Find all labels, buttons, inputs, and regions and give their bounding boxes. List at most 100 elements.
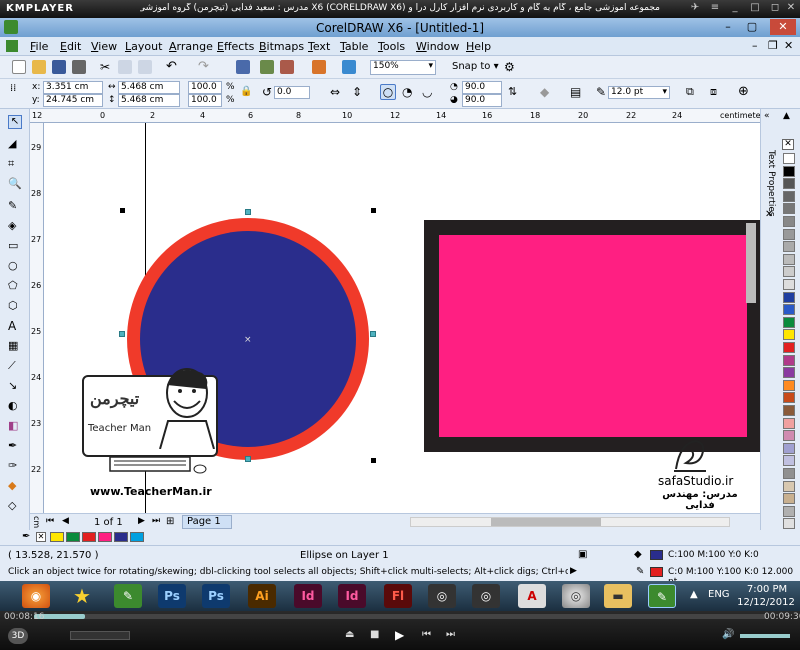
freehand-tool-icon[interactable]: ✎ (8, 199, 22, 213)
dimension-tool-icon[interactable]: ⟋ (8, 359, 22, 373)
palette-swatch[interactable] (783, 367, 795, 379)
palette-swatch[interactable] (783, 430, 795, 442)
no-color-swatch[interactable]: ✕ (782, 139, 794, 150)
minimize-button[interactable]: – (718, 19, 738, 35)
to-front-icon[interactable]: ⧉ (686, 85, 694, 99)
3d-button[interactable]: 3D (8, 628, 28, 644)
taskbar-favorites-icon[interactable]: ★ (68, 584, 96, 608)
ellipse-tool-icon[interactable]: ○ (8, 259, 22, 273)
taskbar-photoshop-icon[interactable]: Ps (202, 584, 230, 608)
text-tool-icon[interactable]: A (8, 319, 22, 333)
direction-icon[interactable]: ⇅ (508, 85, 517, 98)
prev-page-icon[interactable]: ◀ (62, 516, 69, 526)
redo-icon[interactable]: ↷ (198, 59, 209, 74)
taskbar-app-icon[interactable]: ◎ (472, 584, 500, 608)
import-icon[interactable] (260, 60, 274, 74)
palette-swatch[interactable] (783, 228, 795, 240)
rectangle-fill[interactable] (439, 235, 747, 437)
menu-table[interactable]: Table (340, 40, 368, 53)
doc-minimize-icon[interactable]: – (752, 39, 758, 52)
wrap-text-icon[interactable]: ▤ (570, 85, 581, 99)
palette-swatch[interactable] (783, 405, 795, 416)
palette-swatch[interactable] (783, 354, 795, 366)
fill-tool-icon[interactable]: ◆ (8, 479, 22, 493)
taskbar-indesign-icon[interactable]: Id (338, 584, 366, 608)
palette-swatch[interactable] (783, 493, 795, 505)
taskbar-firefox-icon[interactable]: ◉ (22, 584, 50, 608)
palette-swatch[interactable] (783, 165, 795, 177)
ellipse-node[interactable] (245, 456, 251, 462)
end-angle-input[interactable]: 90.0 (462, 94, 502, 107)
page-tab[interactable]: Page 1 (182, 515, 232, 529)
palette-swatch[interactable] (783, 304, 795, 316)
last-page-icon[interactable]: ⏭ (152, 516, 160, 526)
tray-expand-icon[interactable]: ▲ (690, 589, 698, 600)
zoom-select[interactable]: 150% ▾ (370, 60, 436, 75)
palette-swatch[interactable] (783, 153, 795, 164)
welcome-screen-icon[interactable] (342, 60, 356, 74)
application-launcher-icon[interactable] (312, 60, 326, 74)
palette-swatch[interactable] (783, 253, 795, 265)
save-icon[interactable] (52, 60, 66, 74)
zoom-tool-icon[interactable]: 🔍 (8, 177, 22, 191)
seek-bar[interactable] (34, 614, 766, 619)
smart-fill-icon[interactable]: ◈ (8, 219, 22, 233)
palette-swatch[interactable] (783, 203, 795, 215)
horizontal-scrollbar[interactable] (410, 517, 730, 527)
status-expand-icon[interactable]: ▶ (570, 566, 577, 576)
taskbar-acrobat-icon[interactable]: A (518, 584, 546, 608)
palette-swatch[interactable] (783, 442, 795, 454)
shape-tool-icon[interactable]: ◢ (8, 137, 22, 151)
menu-tools[interactable]: Tools (378, 40, 405, 53)
pin-icon[interactable]: ✈ (688, 2, 702, 15)
convert-to-curves-icon[interactable]: ◆ (540, 85, 549, 99)
kmp-maximize-icon[interactable]: □ (748, 2, 762, 15)
text-properties-tab[interactable]: Text Properties (762, 150, 776, 217)
print-icon[interactable] (72, 60, 86, 74)
eyedropper-tool-icon[interactable]: ✒ (8, 439, 22, 453)
horizontal-ruler[interactable]: 12 0 2 4 6 8 10 12 14 16 18 20 22 24 cen… (30, 109, 768, 123)
no-color-swatch[interactable]: ✕ (36, 532, 46, 542)
palette-swatch[interactable] (783, 518, 795, 530)
fill-color-swatch[interactable] (650, 550, 663, 560)
palette-swatch[interactable] (783, 480, 795, 492)
quick-customize-icon[interactable]: ⊕ (738, 84, 749, 99)
ellipse-mode-icon[interactable]: ○ (380, 84, 396, 100)
palette-swatch[interactable] (783, 279, 795, 290)
mirror-horizontal-icon[interactable]: ⇔ (330, 85, 340, 99)
outline-color-swatch[interactable] (650, 567, 663, 577)
rectangle-tool-icon[interactable]: ▭ (8, 239, 22, 253)
crop-tool-icon[interactable]: ⌗ (8, 157, 22, 171)
export-icon[interactable] (280, 60, 294, 74)
docker-scroll-icon[interactable]: « (764, 111, 770, 121)
palette-swatch[interactable] (783, 178, 795, 190)
selection-handle[interactable] (371, 208, 376, 213)
next-icon[interactable]: ⏭ (446, 629, 455, 640)
menu-layout[interactable]: Layout (125, 40, 162, 53)
menu-text[interactable]: Text (308, 40, 330, 53)
to-back-icon[interactable]: ⧈ (710, 85, 717, 99)
width-input[interactable]: 5.468 cm (118, 81, 180, 94)
document-color-swatch[interactable] (98, 532, 112, 542)
scale-width-input[interactable]: 100.0 (188, 81, 222, 94)
blend-tool-icon[interactable]: ◐ (8, 399, 22, 413)
palette-swatch[interactable] (783, 392, 795, 404)
play-icon[interactable]: ▶ (395, 628, 404, 642)
palette-swatch[interactable] (783, 329, 795, 341)
transparency-tool-icon[interactable]: ◧ (8, 419, 22, 433)
taskbar-corel-active-icon[interactable]: ✎ (648, 584, 676, 608)
interactive-fill-icon[interactable]: ◇ (8, 499, 22, 513)
outline-width-select[interactable]: 12.0 pt ▾ (608, 86, 670, 99)
canvas-vscroll-thumb[interactable] (746, 223, 756, 303)
clock-time[interactable]: 7:00 PM (742, 584, 792, 595)
doc-restore-icon[interactable]: ❐ (768, 39, 778, 52)
next-page-icon[interactable]: ▶ (138, 516, 145, 526)
menu-arrange[interactable]: Arrange (169, 40, 213, 53)
color-proof-icon[interactable]: ▣ (578, 549, 587, 560)
volume-icon[interactable]: 🔊 (722, 629, 734, 640)
menu-window[interactable]: Window (416, 40, 459, 53)
ellipse-node[interactable] (245, 209, 251, 215)
selection-handle[interactable] (120, 208, 125, 213)
kmp-menu-icon[interactable]: ≡ (708, 2, 722, 15)
add-page-icon[interactable]: ⊞ (166, 516, 174, 527)
